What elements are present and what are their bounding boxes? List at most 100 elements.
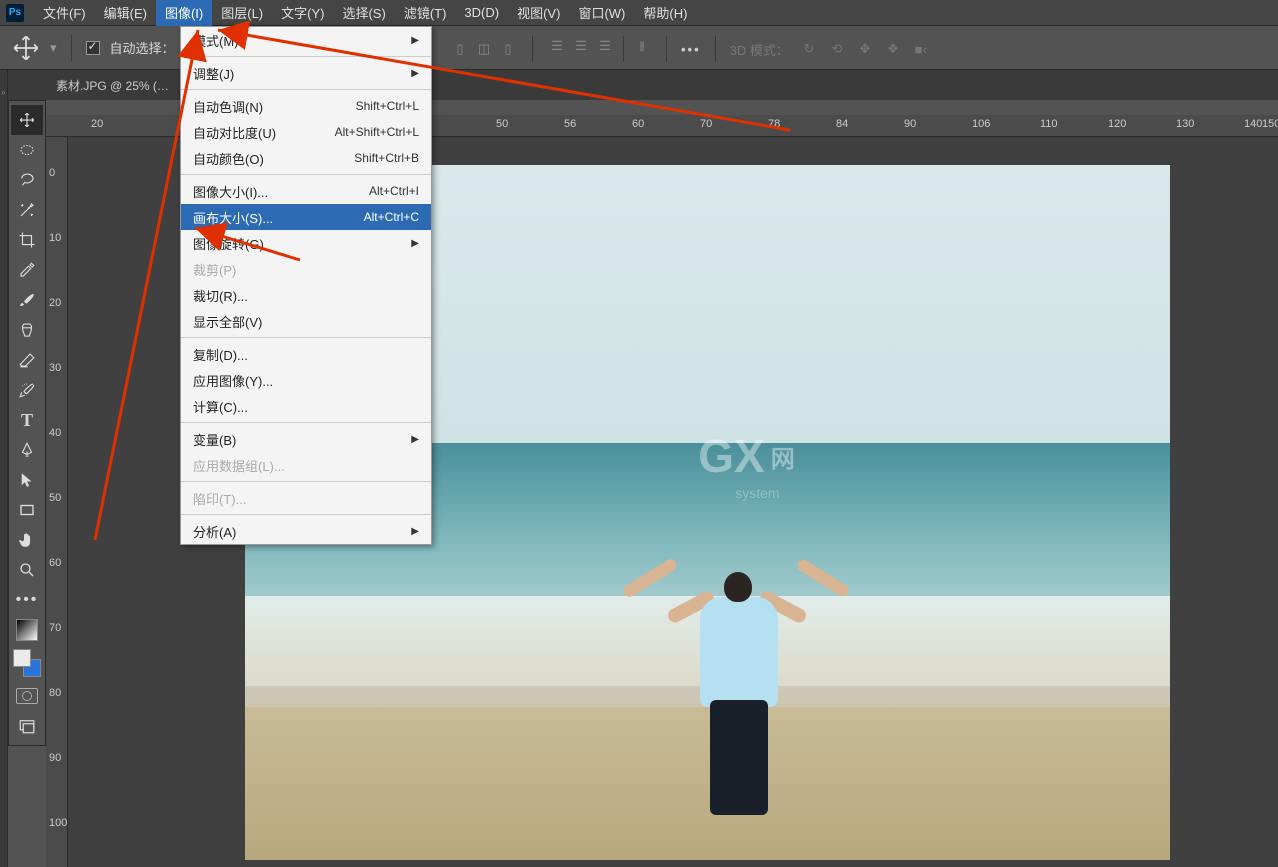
rotate-icon[interactable]: ⟲ [827,39,847,59]
menu-separator [181,89,431,90]
eraser-tool[interactable] [11,345,43,375]
ruler-tick: 50 [496,118,508,130]
ruler-tick: 106 [972,118,990,130]
menu-item-r[interactable]: 裁切(R)... [181,282,431,308]
menu-filter[interactable]: 滤镜(T) [395,0,456,26]
ruler-tick: 90 [49,752,61,764]
menu-item-o[interactable]: 自动颜色(O)Shift+Ctrl+B [181,145,431,171]
menu-item-u[interactable]: 自动对比度(U)Alt+Shift+Ctrl+L [181,119,431,145]
zoom-tool[interactable] [11,555,43,585]
auto-select-label: 自动选择： [110,38,175,57]
menu-image[interactable]: 图像(I) [156,0,212,26]
ruler-tick: 100 [49,817,67,829]
ruler-tick: 70 [700,118,712,130]
menu-item-g[interactable]: 图像旋转(G)▶ [181,230,431,256]
menu-separator [181,174,431,175]
rectangle-tool[interactable] [11,495,43,525]
wand-tool[interactable] [11,195,43,225]
menu-separator [181,481,431,482]
distribute-icons[interactable]: ☰ ☰ ☰ ‖ [547,36,652,62]
dist-vcenter-icon[interactable]: ☰ [571,36,591,56]
menu-item-i[interactable]: 图像大小(I)...Alt+Ctrl+I [181,178,431,204]
menu-item-v[interactable]: 显示全部(V) [181,308,431,334]
menu-separator [181,514,431,515]
pen-tool[interactable] [11,435,43,465]
type-tool[interactable]: T [11,405,43,435]
marquee-tool[interactable] [11,135,43,165]
move-tool[interactable] [11,105,43,135]
menu-item-b[interactable]: 变量(B)▶ [181,426,431,452]
menu-item-y[interactable]: 应用图像(Y)... [181,367,431,393]
menu-help[interactable]: 帮助(H) [634,0,696,26]
align-hcenter-icon[interactable]: ◫ [474,39,494,59]
menu-separator [181,337,431,338]
clone-tool[interactable] [11,315,43,345]
menu-window[interactable]: 窗口(W) [569,0,634,26]
ruler-tick: 120 [1108,118,1126,130]
ruler-tick: 110 [1040,118,1058,130]
crop-tool[interactable] [11,225,43,255]
brush-tool[interactable] [11,285,43,315]
app-logo: Ps [6,4,24,22]
mode-3d-label: 3D 模式： [730,40,789,59]
ruler-tick: 60 [49,557,61,569]
watermark-small: system [735,485,779,501]
menu-file[interactable]: 文件(F) [34,0,95,26]
menu-item-s[interactable]: 画布大小(S)...Alt+Ctrl+C [181,204,431,230]
menu-type[interactable]: 文字(Y) [272,0,333,26]
menu-layer[interactable]: 图层(L) [212,0,272,26]
ruler-tick: 10 [49,232,61,244]
menu-item-p: 裁剪(P) [181,256,431,282]
orbit-icon[interactable]: ↻ [799,39,819,59]
move-tool-icon[interactable] [12,34,40,62]
dist-top-icon[interactable]: ☰ [547,36,567,56]
ruler-tick: 60 [632,118,644,130]
menu-item-t: 陷印(T)... [181,485,431,511]
ruler-tick: 56 [564,118,576,130]
document-tab[interactable]: 素材.JPG @ 25% (… [46,77,179,94]
dist-left-icon[interactable]: ‖ [632,36,652,56]
camera-icon[interactable]: ■‹ [911,39,931,59]
tools-panel: T ••• [8,100,46,746]
pan-icon[interactable]: ✥ [855,39,875,59]
menu-item-m[interactable]: 模式(M)▶ [181,27,431,53]
menu-item-d[interactable]: 复制(D)... [181,341,431,367]
watermark: GX 网 [698,429,794,483]
hand-tool[interactable] [11,525,43,555]
mode-3d-icons: ↻ ⟲ ✥ ❖ ■‹ [799,39,931,59]
dist-bottom-icon[interactable]: ☰ [595,36,615,56]
ruler-tick: 20 [91,118,103,130]
menu-select[interactable]: 选择(S) [333,0,394,26]
ruler-tick: 0 [49,167,55,179]
menu-view[interactable]: 视图(V) [508,0,569,26]
ruler-tick: 30 [49,362,61,374]
menu-item-c[interactable]: 计算(C)... [181,393,431,419]
screenmode-icon[interactable] [11,711,43,741]
lasso-tool[interactable] [11,165,43,195]
color-swatch[interactable] [11,645,43,681]
align-icons[interactable]: ▯ ◫ ▯ [450,39,518,59]
panel-collapse-strip[interactable]: » [0,70,8,867]
path-select-tool[interactable] [11,465,43,495]
slide-icon[interactable]: ❖ [883,39,903,59]
more-options-icon[interactable]: ••• [681,42,701,57]
menu-item-a[interactable]: 分析(A)▶ [181,518,431,544]
gradient-preview[interactable] [11,615,43,645]
align-right-icon[interactable]: ▯ [498,39,518,59]
edit-toolbar-icon[interactable]: ••• [11,585,43,615]
menu-item-n[interactable]: 自动色调(N)Shift+Ctrl+L [181,93,431,119]
image-menu-dropdown: 模式(M)▶ 调整(J)▶ 自动色调(N)Shift+Ctrl+L自动对比度(U)A… [180,26,432,545]
ruler-tick: 140 [1244,118,1262,130]
menu-item-j[interactable]: 调整(J)▶ [181,60,431,86]
menu-edit[interactable]: 编辑(E) [95,0,156,26]
menu-3d[interactable]: 3D(D) [455,1,508,24]
eyedropper-tool[interactable] [11,255,43,285]
history-brush-tool[interactable] [11,375,43,405]
ruler-tick: 50 [49,492,61,504]
auto-select-checkbox[interactable] [86,41,100,55]
quickmask-icon[interactable] [11,681,43,711]
align-left-icon[interactable]: ▯ [450,39,470,59]
ruler-tick: 78 [768,118,780,130]
ruler-tick: 150 [1262,118,1278,130]
ruler-vertical[interactable]: 0102030405060708090100 [46,137,68,867]
